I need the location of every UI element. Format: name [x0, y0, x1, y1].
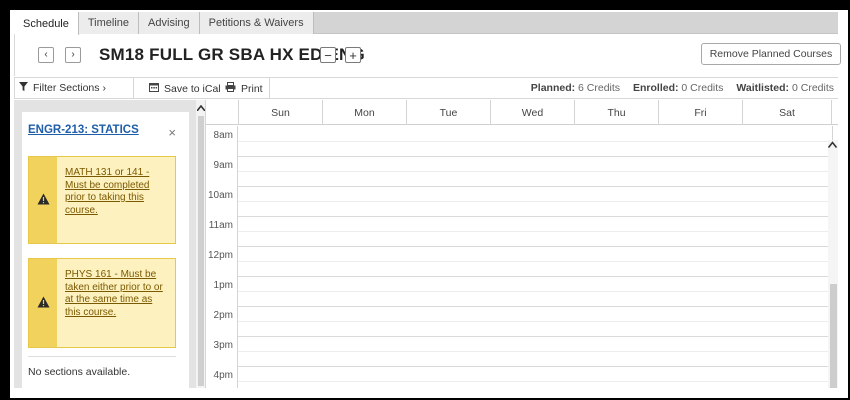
calendar-header: Sun Mon Tue Wed Thu Fri Sat [206, 100, 838, 125]
hour-line [238, 366, 832, 367]
hour-label: 12pm [206, 246, 238, 276]
hour-row: 1pm [206, 276, 832, 306]
close-icon[interactable]: × [168, 126, 176, 139]
hour-row: 4pm [206, 366, 832, 388]
hour-line [238, 246, 832, 247]
filter-icon [19, 82, 28, 94]
calendar-grid[interactable]: 8am 9am 10am 11am 12pm 1pm 2pm 3pm 4pm [206, 126, 838, 388]
prerequisite-text[interactable]: PHYS 161 - Must be taken either prior to… [65, 269, 169, 319]
filter-sections-button[interactable]: Filter Sections › [19, 82, 106, 94]
hour-line [238, 336, 832, 337]
hour-row: 9am [206, 156, 832, 186]
day-header-sun: Sun [238, 100, 322, 125]
hour-line [238, 186, 832, 187]
warning-band [29, 157, 57, 243]
half-hour-line [238, 351, 832, 352]
prerequisite-warning: PHYS 161 - Must be taken either prior to… [28, 258, 176, 348]
hour-label: 9am [206, 156, 238, 186]
course-header: ENGR-213: STATICS × [28, 124, 176, 144]
hour-row: 3pm [206, 336, 832, 366]
toolbar: Filter Sections › Save to iCal Print Pla… [14, 77, 838, 99]
day-header-tue: Tue [406, 100, 490, 125]
hour-label: 3pm [206, 336, 238, 366]
calendar-scrollbar[interactable] [827, 140, 838, 388]
half-hour-line [238, 261, 832, 262]
hour-label: 10am [206, 186, 238, 216]
no-sections-message: No sections available. [28, 366, 131, 378]
day-header-fri: Fri [658, 100, 742, 125]
hour-row: 8am [206, 126, 832, 156]
chevron-right-icon: › [71, 49, 75, 60]
filter-sections-label: Filter Sections › [33, 82, 106, 94]
remove-planned-courses-button[interactable]: Remove Planned Courses [701, 43, 841, 65]
hour-label: 1pm [206, 276, 238, 306]
half-hour-line [238, 171, 832, 172]
hour-row: 11am [206, 216, 832, 246]
hour-label: 2pm [206, 306, 238, 336]
course-card: ENGR-213: STATICS × MATH 131 or 141 - Mu… [22, 112, 189, 388]
enrolled-credits: Enrolled: 0 Credits [632, 82, 724, 94]
half-hour-line [238, 291, 832, 292]
half-hour-line [238, 381, 832, 382]
warning-band [29, 259, 57, 347]
course-link[interactable]: ENGR-213: STATICS [28, 124, 139, 136]
toolbar-divider [269, 78, 270, 99]
prerequisite-warning: MATH 131 or 141 - Must be completed prio… [28, 156, 176, 244]
save-to-ical-label: Save to iCal [164, 82, 221, 95]
half-hour-line [238, 231, 832, 232]
tab-bar: Schedule Timeline Advising Petitions & W… [14, 12, 838, 35]
hour-line [238, 156, 832, 157]
day-header-thu: Thu [574, 100, 658, 125]
next-term-button[interactable]: › [65, 47, 81, 63]
credit-summary: Planned: 6 Credits Enrolled: 0 Credits W… [521, 82, 834, 94]
week-calendar: Sun Mon Tue Wed Thu Fri Sat 8am 9am 10am… [206, 100, 838, 388]
minus-icon: − [324, 47, 332, 63]
warning-icon [37, 193, 50, 207]
planned-credits: Planned: 6 Credits [530, 82, 621, 94]
collapse-button[interactable]: − [320, 47, 336, 63]
chevron-left-icon: ‹ [44, 49, 48, 60]
divider [28, 356, 176, 357]
day-header-wed: Wed [490, 100, 574, 125]
plus-icon: + [349, 47, 357, 63]
calendar-icon [149, 82, 159, 95]
day-header-mon: Mon [322, 100, 406, 125]
tab-advising[interactable]: Advising [139, 12, 200, 34]
scrollbar-thumb[interactable] [830, 284, 837, 388]
hour-line [238, 306, 832, 307]
expand-button[interactable]: + [345, 47, 361, 63]
printer-icon [225, 82, 236, 95]
day-header-sat: Sat [742, 100, 832, 125]
chevron-up-icon[interactable] [827, 140, 838, 151]
prerequisite-text[interactable]: MATH 131 or 141 - Must be completed prio… [65, 167, 169, 217]
hour-row: 12pm [206, 246, 832, 276]
tab-timeline[interactable]: Timeline [78, 12, 140, 34]
print-label: Print [241, 82, 263, 95]
toolbar-divider [133, 78, 134, 99]
hour-row: 10am [206, 186, 832, 216]
scrollbar-thumb[interactable] [198, 116, 204, 386]
half-hour-line [238, 321, 832, 322]
course-panel-scrollbar[interactable] [196, 100, 206, 388]
hour-label: 4pm [206, 366, 238, 388]
term-header: ‹ › SM18 FULL GR SBA HX ED ENG − + Remov… [14, 34, 841, 76]
tab-schedule[interactable]: Schedule [14, 12, 79, 35]
tab-petitions-waivers[interactable]: Petitions & Waivers [199, 12, 314, 34]
prev-term-button[interactable]: ‹ [38, 47, 54, 63]
hour-row: 2pm [206, 306, 832, 336]
chevron-up-icon[interactable] [196, 104, 206, 114]
hour-line [238, 276, 832, 277]
save-to-ical-button[interactable]: Save to iCal [149, 82, 221, 95]
hour-label: 11am [206, 216, 238, 246]
warning-icon [37, 296, 50, 310]
half-hour-line [238, 141, 832, 142]
hour-line [238, 216, 832, 217]
print-button[interactable]: Print [225, 82, 263, 95]
hour-label: 8am [206, 126, 238, 156]
waitlisted-credits: Waitlisted: 0 Credits [736, 82, 834, 94]
half-hour-line [238, 201, 832, 202]
